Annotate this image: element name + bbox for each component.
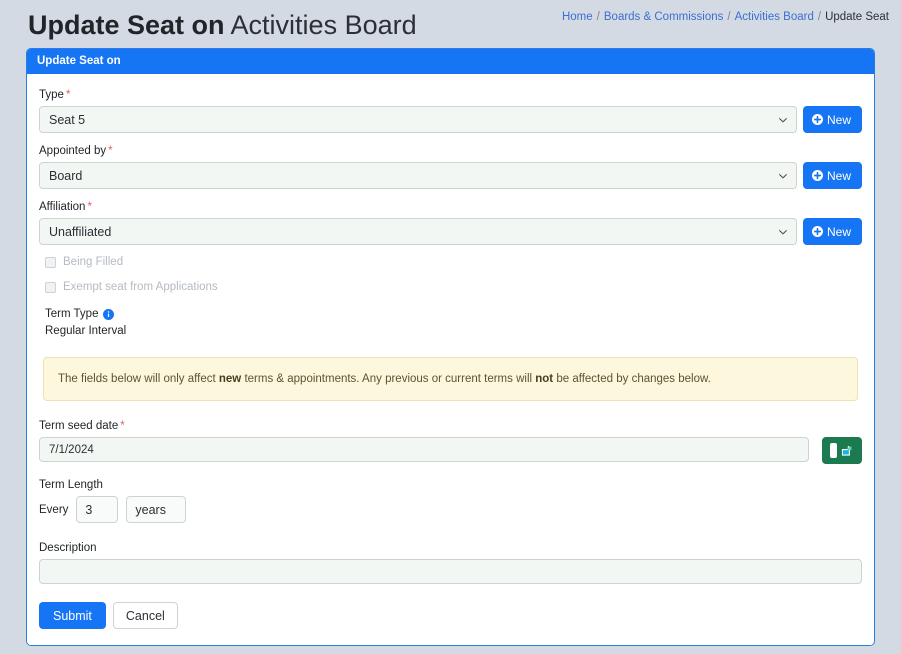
alert-text-3: be affected by changes below. <box>553 373 711 385</box>
term-length-row: Every <box>39 496 862 523</box>
cancel-button[interactable]: Cancel <box>112 602 178 629</box>
label-affiliation: Affiliation * <box>39 200 862 214</box>
description-input[interactable] <box>39 559 862 584</box>
field-description: Description <box>39 541 862 584</box>
submit-button[interactable]: Submit <box>39 602 106 629</box>
breadcrumb-item-home[interactable]: Home <box>562 11 593 23</box>
field-type: Type* New <box>39 88 862 133</box>
new-type-button-label: New <box>826 112 851 127</box>
alert-bold-not: not <box>535 373 554 385</box>
label-affiliation-text: Affiliation <box>39 201 86 213</box>
page-title: Update Seat on Activities Board <box>28 9 417 41</box>
being-filled-label: Being Filled <box>63 256 124 268</box>
label-appointed-by: Appointed by * <box>39 144 862 158</box>
breadcrumb-separator: / <box>817 11 822 23</box>
breadcrumb-item-boards-commissions[interactable]: Boards & Commissions <box>604 11 724 23</box>
new-affiliation-button[interactable]: New <box>802 218 862 245</box>
card-header: Update Seat on <box>27 49 874 74</box>
alert-text-2: terms & appointments. Any previous or cu… <box>241 373 536 385</box>
info-circle-icon[interactable] <box>103 308 115 320</box>
plus-circle-icon <box>811 170 823 181</box>
term-type-value: Regular Interval <box>45 325 127 337</box>
type-input-row: New <box>39 106 862 133</box>
label-term-length: Term Length <box>39 479 103 491</box>
new-appointed-by-button-label: New <box>826 168 851 183</box>
required-marker: * <box>87 201 92 213</box>
field-term-seed-date: Term seed date * <box>39 419 862 464</box>
term-type-label: Term Type <box>45 308 862 320</box>
appointed-by-input-row: New <box>39 162 862 189</box>
alert-text-1: The fields below will only affect <box>58 373 219 385</box>
form-actions: Submit Cancel <box>39 602 862 629</box>
term-seed-date-row <box>39 437 862 464</box>
terms-warning-alert: The fields below will only affect new te… <box>43 357 858 401</box>
checkbox-row-being-filled[interactable]: Being Filled <box>45 256 862 269</box>
type-select[interactable] <box>39 106 797 133</box>
term-seed-date-input[interactable] <box>39 437 809 462</box>
page-root: Update Seat on Activities Board Home / Boa… <box>0 0 901 654</box>
page-header: Update Seat on Activities Board Home / Boa… <box>0 0 901 46</box>
field-affiliation: Affiliation* New <box>39 200 862 245</box>
term-length-every-label: Every <box>39 503 69 516</box>
label-term-seed-date: Term seed date * <box>39 419 862 433</box>
term-length-unit-input[interactable] <box>126 496 187 523</box>
page-title-board: Activities Board <box>230 10 417 40</box>
field-term-length: Term Length Every <box>39 478 862 523</box>
being-filled-checkbox[interactable] <box>45 257 56 268</box>
label-type: Type * <box>39 88 862 102</box>
calendar-icon <box>840 444 854 458</box>
term-type-label-text: Term Type <box>45 308 99 320</box>
affiliation-select[interactable] <box>39 218 797 245</box>
label-term-seed-date-text: Term seed date <box>39 420 119 432</box>
exempt-seat-checkbox[interactable] <box>45 282 56 293</box>
exempt-seat-label: Exempt seat from Applications <box>63 281 218 293</box>
plus-circle-icon <box>811 114 823 125</box>
required-marker: * <box>108 145 113 157</box>
breadcrumb-separator: / <box>596 11 600 23</box>
breadcrumb-item-activities-board[interactable]: Activities Board <box>735 11 814 23</box>
term-length-amount-input[interactable] <box>76 496 119 523</box>
new-type-button[interactable]: New <box>802 106 862 133</box>
new-affiliation-button-label: New <box>826 224 851 239</box>
calendar-picker-button[interactable] <box>822 437 862 464</box>
breadcrumb: Home / Boards & Commissions / Activities Boa… <box>562 11 889 23</box>
appointed-by-select-wrap <box>39 162 797 189</box>
appointed-by-select[interactable] <box>39 162 797 189</box>
breadcrumb-item-current: Update Seat <box>825 11 889 23</box>
update-seat-card: Update Seat on Type* N <box>26 48 875 646</box>
affiliation-select-wrap <box>39 218 797 245</box>
page-title-action: Update Seat on <box>28 10 225 40</box>
type-select-wrap <box>39 106 797 133</box>
new-appointed-by-button[interactable]: New <box>802 162 862 189</box>
affiliation-input-row: New <box>39 218 862 245</box>
calendar-bar-decoration <box>830 443 837 458</box>
breadcrumb-separator: / <box>727 11 731 23</box>
label-description: Description <box>39 542 97 554</box>
required-marker: * <box>120 420 125 432</box>
plus-circle-icon <box>811 226 823 237</box>
field-appointed-by: Appointed by* New <box>39 144 862 189</box>
label-appointed-by-text: Appointed by <box>39 145 107 157</box>
required-marker: * <box>65 89 71 101</box>
alert-bold-new: new <box>218 373 242 385</box>
card-body: Type* New <box>27 74 874 645</box>
label-type-text: Type <box>39 89 64 101</box>
checkbox-row-exempt-seat[interactable]: Exempt seat from Applications <box>45 281 862 294</box>
